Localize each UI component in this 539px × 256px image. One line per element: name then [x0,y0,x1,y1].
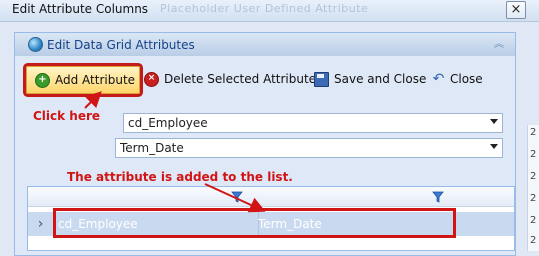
chevron-down-icon[interactable] [490,119,498,124]
row-highlight-box [53,208,456,238]
close-button[interactable]: ↶ Close [432,66,483,92]
globe-icon [28,37,43,52]
save-and-close-button[interactable]: Save and Close [314,66,426,92]
edge-digit: 2 [530,215,537,226]
edge-digit: 2 [530,149,537,160]
delete-label: Delete Selected Attribute [164,72,317,86]
row-indicator: › [28,212,54,236]
attribute-added-annotation: The attribute is added to the list. [67,170,293,184]
delete-selected-attribute-button[interactable]: × Delete Selected Attribute [144,66,316,92]
edge-digit: 2 [530,193,537,204]
grid-header [28,187,514,207]
edge-digit: 2 [530,171,537,182]
save-icon [314,71,329,87]
close-label: Close [450,72,483,86]
undo-icon: ↶ [432,70,445,87]
add-icon: + [35,72,50,88]
toolbar: + Add Attribute × Delete Selected Attrib… [20,66,510,94]
background-grid-edge: 2 2 2 2 2 2 [527,125,539,251]
attribute-field-value: cd_Employee [128,116,208,130]
window-close-button[interactable]: × [506,1,526,19]
attribute-field-dropdown[interactable]: cd_Employee [123,113,503,133]
add-attribute-label: Add Attribute [55,73,136,87]
dialog-title: Edit Data Grid Attributes [47,38,195,52]
window-title: Edit Attribute Columns [12,2,149,16]
chevron-down-icon[interactable] [490,144,498,149]
edge-digit: 2 [530,127,537,138]
edge-digit: 2 [530,235,537,246]
delete-icon: × [144,71,159,87]
save-label: Save and Close [334,72,427,86]
background-tabs: Placeholder User Defined Attribute [160,2,369,15]
collapse-icon[interactable]: ︽ [491,37,507,53]
dialog-header: Edit Data Grid Attributes ︽ [14,32,516,56]
attribute-value-value: Term_Date [120,141,184,155]
filter-icon[interactable] [231,191,243,203]
attribute-value-dropdown[interactable]: Term_Date [115,138,503,158]
window-titlebar: Edit Attribute Columns Placeholder User … [0,0,539,22]
add-attribute-button[interactable]: + Add Attribute [26,66,140,94]
click-here-annotation: Click here [33,109,101,123]
filter-icon[interactable] [432,191,444,203]
